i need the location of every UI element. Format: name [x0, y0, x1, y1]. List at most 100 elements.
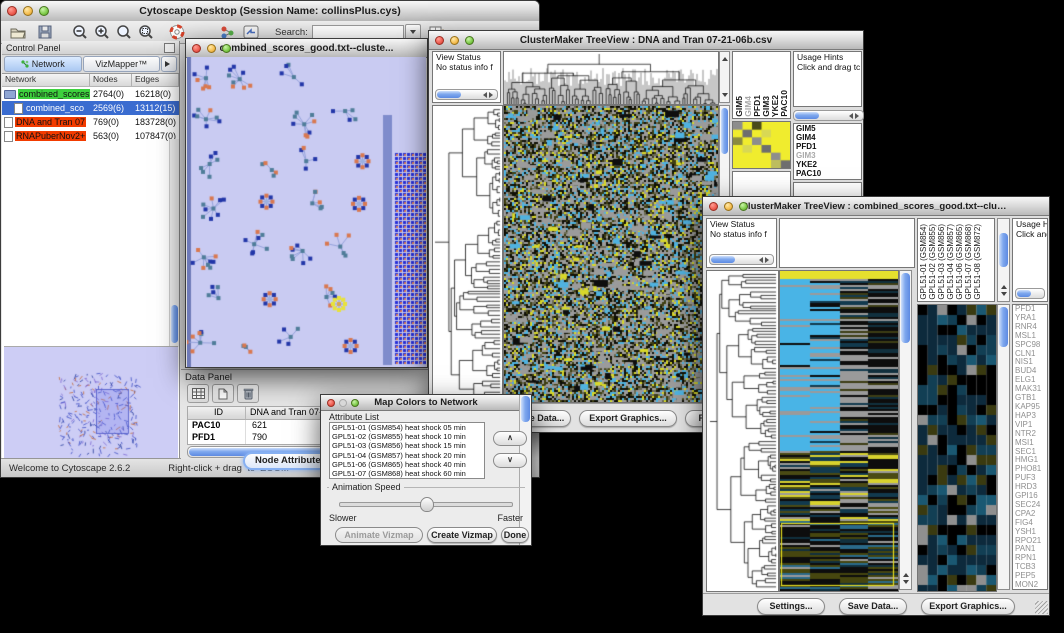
- control-panel-scrollbar[interactable]: [169, 139, 179, 347]
- network-view-titlebar[interactable]: combined_scores_good.txt--cluste...: [186, 39, 427, 58]
- delete-attribute-button[interactable]: [237, 384, 259, 403]
- float-panel-icon[interactable]: [164, 43, 175, 53]
- gene-label[interactable]: PFD1: [794, 142, 861, 151]
- resize-grip[interactable]: [1035, 601, 1048, 614]
- create-vizmap-button[interactable]: Create Vizmap: [427, 527, 497, 543]
- gene-label[interactable]: GIM5: [794, 124, 861, 133]
- column-label: YKE2: [771, 95, 779, 117]
- save-data-button[interactable]: Save Data...: [839, 598, 907, 615]
- dialog-titlebar[interactable]: Map Colors to Network: [321, 395, 531, 411]
- id-column-header[interactable]: ID: [188, 407, 246, 419]
- attribute-item[interactable]: GPL51-02 (GSM855) heat shock 10 min: [330, 432, 484, 441]
- zoom-fit-icon[interactable]: [115, 24, 132, 41]
- gene-label[interactable]: GIM3: [794, 151, 861, 160]
- array-tree-canvas[interactable]: [503, 51, 719, 105]
- minimize-button[interactable]: [339, 399, 347, 407]
- network-row[interactable]: RNAPuberNov2+ 563(0) 107847(0): [2, 129, 179, 143]
- tab-vizmapper[interactable]: VizMapper™: [83, 56, 161, 72]
- gene-label-list[interactable]: PFD1YRA1RNR4MSL1SPC98CLN1NIS1BUD4ELG1MAK…: [1012, 304, 1048, 590]
- minimize-button[interactable]: [450, 36, 459, 45]
- export-graphics-button[interactable]: Export Graphics...: [921, 598, 1015, 615]
- close-button[interactable]: [7, 6, 17, 16]
- network-canvas[interactable]: [187, 57, 426, 367]
- zoom-button[interactable]: [222, 44, 231, 53]
- zoom-heatmap-canvas[interactable]: [732, 121, 791, 169]
- minimize-button[interactable]: [207, 44, 216, 53]
- gene-tree-canvas[interactable]: [432, 105, 503, 403]
- minimize-button[interactable]: [23, 6, 33, 16]
- open-file-icon[interactable]: [9, 24, 26, 41]
- zoom-in-icon[interactable]: [93, 24, 110, 41]
- tab-network[interactable]: Network: [4, 56, 82, 72]
- zoom-selected-icon[interactable]: [137, 24, 154, 41]
- move-up-button[interactable]: ∧: [493, 431, 527, 446]
- birdseye-overview[interactable]: [4, 346, 178, 459]
- attribute-list[interactable]: GPL51-01 (GSM854) heat shock 05 minGPL51…: [329, 422, 485, 479]
- usage-hints-scrollbar[interactable]: [1015, 288, 1045, 299]
- treeview2-titlebar[interactable]: ClusterMaker TreeView : combined_scores_…: [703, 197, 1049, 216]
- network-row[interactable]: DNA and Tran 07 769(0) 183728(0): [2, 115, 179, 129]
- close-button[interactable]: [327, 399, 335, 407]
- gene-tree-canvas[interactable]: [706, 270, 779, 592]
- attribute-item[interactable]: GPL51-06 (GSM865) heat shock 40 min: [330, 460, 484, 469]
- help-icon[interactable]: [168, 24, 185, 41]
- array-tree-scrollbar[interactable]: [719, 51, 730, 103]
- minimize-button[interactable]: [724, 202, 733, 211]
- main-window-title: Cytoscape Desktop (Session Name: collins…: [139, 5, 400, 17]
- treeview-window-combined: ClusterMaker TreeView : combined_scores_…: [702, 196, 1050, 616]
- zoom-out-icon[interactable]: [71, 24, 88, 41]
- zoom-scrollbar[interactable]: [997, 304, 1010, 590]
- zoom-button[interactable]: [739, 202, 748, 211]
- column-label-scrollbar[interactable]: [997, 218, 1010, 302]
- attribute-item[interactable]: GPL51-03 (GSM856) heat shock 15 min: [330, 441, 484, 450]
- global-heatmap-canvas[interactable]: [779, 270, 899, 592]
- gene-label[interactable]: PAC10: [794, 169, 861, 178]
- tab-overflow-button[interactable]: [161, 56, 177, 72]
- view-status-scrollbar[interactable]: [709, 254, 774, 265]
- save-icon[interactable]: [36, 24, 53, 41]
- slider-thumb[interactable]: [420, 497, 434, 512]
- main-titlebar[interactable]: Cytoscape Desktop (Session Name: collins…: [1, 1, 539, 22]
- attribute-select-button[interactable]: [187, 384, 209, 403]
- scroll-right-icon[interactable]: [489, 92, 496, 98]
- settings-button[interactable]: Settings...: [757, 598, 825, 615]
- zoom-button[interactable]: [351, 399, 359, 407]
- zoom-button[interactable]: [39, 6, 49, 16]
- new-attribute-button[interactable]: [212, 384, 234, 403]
- heatmap-scrollbar[interactable]: [899, 270, 912, 590]
- column-label: GIM3: [762, 96, 770, 117]
- column-label: GIM5: [735, 96, 743, 117]
- global-heatmap-canvas[interactable]: [503, 105, 719, 403]
- attribute-item[interactable]: GPL51-07 (GSM868) heat shock 60 min: [330, 469, 484, 478]
- animation-speed-slider[interactable]: [339, 502, 513, 507]
- gene-label-list[interactable]: GIM5GIM4PFD1GIM3YKE2PAC10: [793, 123, 862, 180]
- column-label: GPL51-02 (GSM855): [929, 224, 937, 300]
- chevron-right-icon: [165, 61, 173, 67]
- network-row[interactable]: combined_sco 2569(6) 13112(15): [2, 101, 179, 115]
- view-status-scrollbar[interactable]: [435, 89, 498, 100]
- close-button[interactable]: [709, 202, 718, 211]
- attribute-item[interactable]: GPL51-04 (GSM857) heat shock 20 min: [330, 451, 484, 460]
- zoom-button[interactable]: [465, 36, 474, 45]
- network-row-icon: [4, 117, 13, 128]
- network-row[interactable]: combined_scores 2764(0) 16218(0): [2, 87, 179, 101]
- node-count: 563(0): [90, 131, 132, 141]
- attribute-item[interactable]: GPL51-01 (GSM854) heat shock 05 min: [330, 423, 484, 432]
- network-table-header: Network Nodes Edges: [2, 74, 179, 87]
- move-down-button[interactable]: ∨: [493, 453, 527, 468]
- treeview1-titlebar[interactable]: ClusterMaker TreeView : DNA and Tran 07-…: [429, 31, 863, 50]
- zoom-heatmap-canvas[interactable]: [917, 304, 997, 592]
- animate-vizmap-button[interactable]: Animate Vizmap: [335, 527, 423, 543]
- zoom-column-labels: GIM5GIM4PFD1GIM3YKE2PAC10: [732, 51, 791, 119]
- close-button[interactable]: [192, 44, 201, 53]
- close-button[interactable]: [435, 36, 444, 45]
- done-button[interactable]: Done: [501, 527, 529, 543]
- gene-label-scrollbar[interactable]: [793, 110, 864, 121]
- edge-count: 13112(15): [132, 103, 179, 113]
- scroll-left-icon[interactable]: [480, 92, 487, 98]
- gene-label[interactable]: MON2: [1013, 581, 1047, 590]
- export-graphics-button[interactable]: Export Graphics...: [579, 410, 677, 427]
- column-label: PFD1: [753, 95, 761, 117]
- gene-label[interactable]: YKE2: [794, 160, 861, 169]
- gene-label[interactable]: GIM4: [794, 133, 861, 142]
